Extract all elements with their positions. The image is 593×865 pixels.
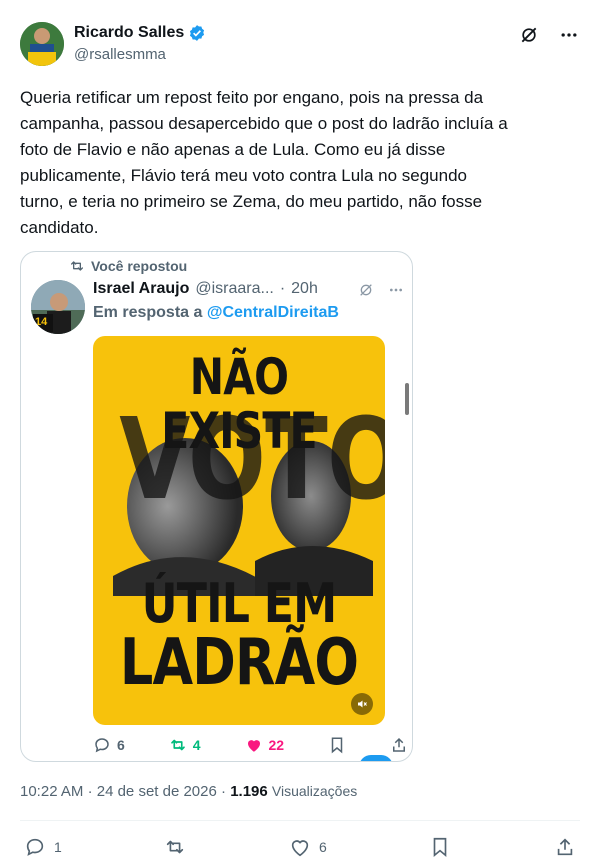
repost-icon — [167, 840, 184, 854]
share-icon — [392, 737, 405, 752]
verified-badge-icon — [190, 25, 205, 41]
tweet-date[interactable]: 24 de set de 2026 — [97, 783, 217, 800]
tweet-text: Queria retificar um repost feito por eng… — [20, 88, 508, 237]
quoted-author-handle[interactable]: @israara... — [195, 280, 273, 298]
quoted-post-image[interactable]: NÃO EXISTE VOTO ÚTIL EM LADRÃO — [93, 336, 385, 725]
grok-icon[interactable] — [358, 282, 374, 298]
tweet-actions: 1 6 — [24, 836, 576, 858]
heart-filled-icon — [247, 740, 260, 752]
quoted-author-avatar-image: 14 — [31, 280, 85, 334]
views-label: Visualizações — [271, 783, 358, 799]
views-count: 1.196 — [230, 783, 268, 800]
reply-icon — [95, 738, 109, 753]
quoted-author-name[interactable]: Israel Araujo — [93, 280, 189, 298]
quoted-repost-button[interactable]: 4 — [169, 736, 201, 754]
heart-icon — [291, 840, 309, 857]
reply-prefix: Em resposta a — [93, 304, 203, 321]
floating-action-button[interactable] — [359, 755, 393, 761]
tweet-header: Ricardo Salles @rsallesmma — [20, 20, 580, 68]
reply-mention-link[interactable]: @CentralDireitaB — [207, 304, 339, 321]
like-button[interactable]: 6 — [289, 836, 327, 858]
quoted-bookmark-button[interactable] — [328, 736, 346, 754]
repost-icon — [71, 261, 83, 271]
quoted-like-count: 22 — [268, 737, 285, 753]
quoted-post-actions: 6 4 22 — [93, 736, 408, 754]
repost-indicator: Você repostou — [69, 258, 187, 274]
tweet-meta: 10:22 AM · 24 de set de 2026 · 1.196 Vis… — [20, 783, 358, 800]
reply-context: Em resposta a @CentralDireitaB — [93, 304, 339, 322]
share-icon — [557, 838, 573, 856]
svg-text:14: 14 — [35, 316, 48, 328]
author-name[interactable]: Ricardo Salles — [74, 24, 184, 42]
grok-icon[interactable] — [518, 24, 540, 46]
author-handle[interactable]: @rsallesmma — [74, 46, 166, 63]
reply-icon — [26, 838, 44, 856]
more-options-icon[interactable] — [558, 24, 580, 46]
bookmark-button[interactable] — [429, 836, 451, 858]
poster-line-3: ÚTIL EM — [141, 572, 338, 635]
poster-line-4: LADRÃO — [119, 626, 359, 700]
quoted-like-button[interactable]: 22 — [245, 736, 285, 754]
repost-button[interactable] — [164, 836, 186, 858]
mute-button[interactable] — [351, 693, 373, 715]
tweet-time[interactable]: 10:22 AM — [20, 783, 83, 800]
like-count: 6 — [318, 839, 327, 855]
reply-button[interactable]: 1 — [24, 836, 62, 858]
bookmark-icon — [434, 837, 447, 858]
bookmark-icon — [331, 737, 343, 754]
repost-icon — [170, 739, 185, 751]
divider — [20, 820, 580, 821]
quoted-post-card[interactable]: Você repostou 14 Israel Araujo @israara.… — [20, 251, 413, 762]
quoted-repost-count: 4 — [192, 737, 201, 753]
scrollbar-thumb[interactable] — [405, 383, 409, 415]
quoted-author-avatar[interactable]: 14 — [31, 280, 85, 334]
share-button[interactable] — [554, 836, 576, 858]
author-avatar[interactable] — [20, 22, 64, 66]
quoted-reply-count: 6 — [117, 737, 125, 753]
separator-dot: · — [279, 280, 286, 297]
poster-line-2: VOTO — [119, 395, 385, 525]
repost-label: Você repostou — [91, 258, 188, 274]
mute-icon — [358, 700, 367, 708]
quoted-share-button[interactable] — [390, 736, 408, 754]
author-avatar-image — [20, 22, 64, 66]
reply-count: 1 — [54, 839, 62, 855]
quoted-post-time[interactable]: 20h — [291, 280, 318, 298]
quoted-reply-button[interactable]: 6 — [93, 736, 125, 754]
more-options-icon[interactable] — [388, 282, 404, 298]
